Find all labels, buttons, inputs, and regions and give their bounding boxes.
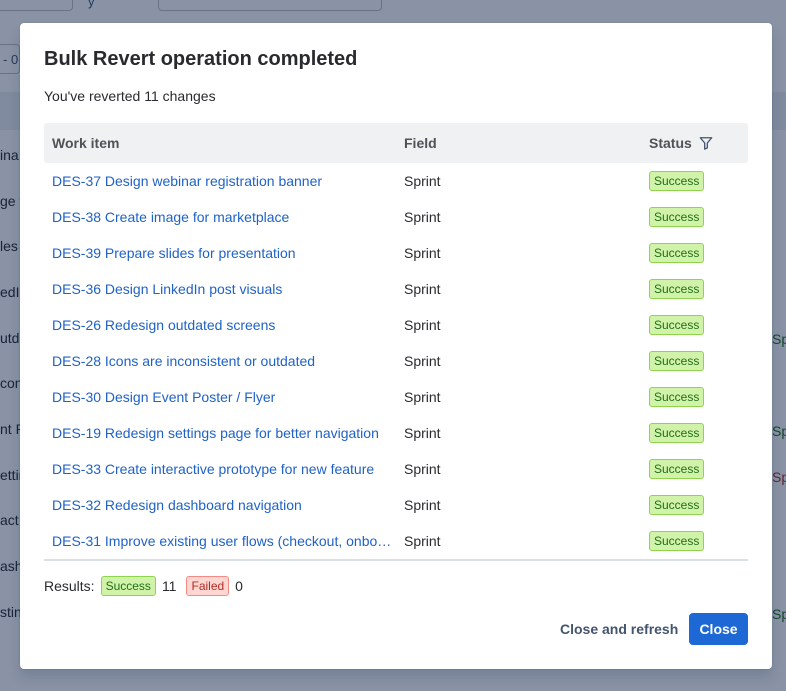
status-badge: Success [649,171,705,191]
field-cell: Sprint [404,389,441,405]
filter-icon[interactable] [699,136,713,150]
success-count: 11 [161,578,177,594]
work-item-link[interactable]: DES-30 Design Event Poster / Flyer [44,389,396,405]
status-cell: Success [642,459,705,479]
field-cell: Sprint [404,497,441,513]
table-header: Work item Field Status [44,123,748,163]
status-cell: Success [642,531,705,551]
status-cell: Success [642,351,705,371]
status-badge: Success [649,315,705,335]
table-row: DES-19 Redesign settings page for better… [44,415,748,451]
status-header-label: Status [649,135,692,151]
results-summary: Results: Success 11 Failed 0 [44,576,247,596]
table-row: DES-37 Design webinar registration banne… [44,163,748,199]
status-badge: Success [649,423,705,443]
work-item-link[interactable]: DES-33 Create interactive prototype for … [44,461,396,477]
bulk-revert-dialog: Bulk Revert operation completed You've r… [20,23,772,669]
field-cell: Sprint [404,533,441,549]
table-divider [44,559,748,561]
status-badge: Success [649,207,705,227]
dialog-subtitle: You've reverted 11 changes [44,88,216,104]
failed-count: 0 [235,578,243,594]
table-row: DES-32 Redesign dashboard navigation Spri… [44,487,748,523]
work-item-link[interactable]: DES-19 Redesign settings page for better… [44,425,396,441]
table-row: DES-39 Prepare slides for presentation Sp… [44,235,748,271]
close-button[interactable]: Close [689,613,748,645]
status-badge: Success [649,495,705,515]
field-cell: Sprint [404,281,441,297]
table-row: DES-26 Redesign outdated screens Sprint Su… [44,307,748,343]
field-cell: Sprint [404,173,441,189]
column-header-field: Field [404,135,437,151]
field-cell: Sprint [404,425,441,441]
dialog-title: Bulk Revert operation completed [44,48,358,70]
status-cell: Success [642,171,705,191]
status-badge: Success [649,531,705,551]
work-item-link[interactable]: DES-32 Redesign dashboard navigation [44,497,396,513]
work-item-link[interactable]: DES-36 Design LinkedIn post visuals [44,281,396,297]
field-cell: Sprint [404,317,441,333]
status-cell: Success [642,207,705,227]
column-header-status: Status [642,135,713,151]
table-row: DES-38 Create image for marketplace Sprin… [44,199,748,235]
success-badge: Success [100,576,156,596]
results-label: Results: [44,578,95,594]
status-cell: Success [642,423,705,443]
status-cell: Success [642,243,705,263]
status-badge: Success [649,243,705,263]
work-item-link[interactable]: DES-28 Icons are inconsistent or outdate… [44,353,396,369]
column-header-work-item: Work item [52,135,120,151]
table-row: DES-31 Improve existing user flows (chec… [44,523,748,559]
field-cell: Sprint [404,353,441,369]
work-item-link[interactable]: DES-38 Create image for marketplace [44,209,396,225]
status-cell: Success [642,495,705,515]
status-badge: Success [649,351,705,371]
work-item-link[interactable]: DES-26 Redesign outdated screens [44,317,396,333]
table-body: DES-37 Design webinar registration banne… [44,163,748,559]
work-item-link[interactable]: DES-37 Design webinar registration banne… [44,173,396,189]
status-cell: Success [642,315,705,335]
status-cell: Success [642,279,705,299]
work-item-link[interactable]: DES-39 Prepare slides for presentation [44,245,396,261]
field-cell: Sprint [404,461,441,477]
table-row: DES-36 Design LinkedIn post visuals Sprin… [44,271,748,307]
field-cell: Sprint [404,209,441,225]
close-and-refresh-button[interactable]: Close and refresh [548,613,690,645]
field-cell: Sprint [404,245,441,261]
status-cell: Success [642,387,705,407]
table-row: DES-28 Icons are inconsistent or outdate… [44,343,748,379]
work-item-link[interactable]: DES-31 Improve existing user flows (chec… [44,533,396,549]
status-badge: Success [649,459,705,479]
results-table: Work item Field Status DES-37 Design web… [44,123,748,559]
status-badge: Success [649,387,705,407]
failed-badge: Failed [186,576,230,596]
status-badge: Success [649,279,705,299]
table-row: DES-30 Design Event Poster / Flyer Sprint… [44,379,748,415]
table-row: DES-33 Create interactive prototype for … [44,451,748,487]
